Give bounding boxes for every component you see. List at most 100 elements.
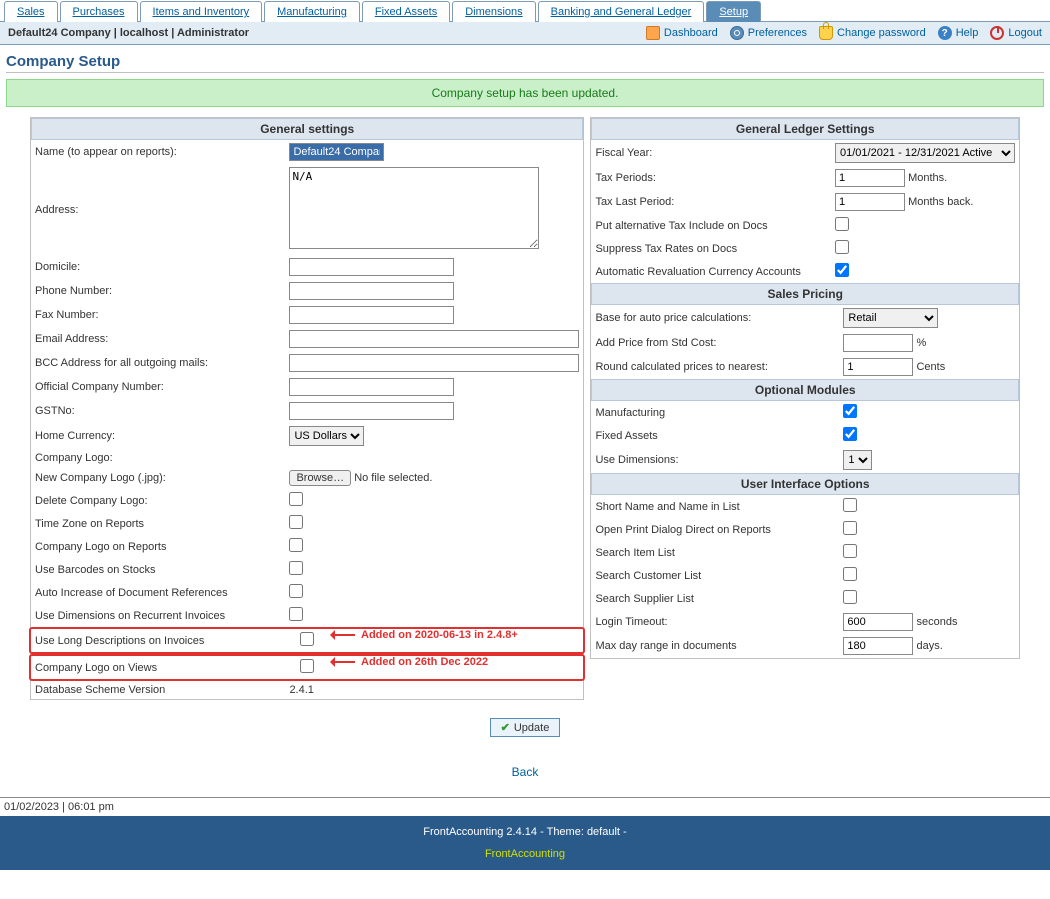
email-label: Email Address: <box>31 327 285 351</box>
dashboard-icon <box>646 26 660 40</box>
tz-reports-checkbox[interactable] <box>289 515 303 529</box>
tax-periods-input[interactable] <box>835 169 905 187</box>
delete-logo-checkbox[interactable] <box>289 492 303 506</box>
breadcrumb: Default24 Company | localhost | Administ… <box>8 27 249 39</box>
tab-items[interactable]: Items and Inventory <box>140 1 263 22</box>
page-title: Company Setup <box>6 53 1044 73</box>
ui-opts-header: User Interface Options <box>591 473 1019 495</box>
max-day-label: Max day range in documents <box>591 634 839 658</box>
logo-reports-label: Company Logo on Reports <box>31 535 285 558</box>
annotation-long-desc: Added on 2020-06-13 in 2.4.8+ <box>331 629 518 641</box>
auto-inc-checkbox[interactable] <box>289 584 303 598</box>
domicile-label: Domicile: <box>31 255 285 279</box>
dim-recurrent-label: Use Dimensions on Recurrent Invoices <box>31 604 285 627</box>
add-price-input[interactable] <box>843 334 913 352</box>
pricing-header: Sales Pricing <box>591 283 1019 305</box>
base-auto-label: Base for auto price calculations: <box>591 305 839 331</box>
fiscal-year-select[interactable]: 01/01/2021 - 12/31/2021 Active <box>835 143 1015 163</box>
flash-message: Company setup has been updated. <box>6 79 1044 107</box>
update-button[interactable]: ✔ Update <box>490 718 561 737</box>
search-customer-label: Search Customer List <box>591 564 839 587</box>
logo-views-checkbox[interactable] <box>300 659 314 673</box>
email-input[interactable] <box>289 330 579 348</box>
right-panel: General Ledger Settings Fiscal Year: 01/… <box>590 117 1020 659</box>
footer-link[interactable]: FrontAccounting <box>485 848 565 860</box>
short-name-checkbox[interactable] <box>843 498 857 512</box>
annotation-logo-views: Added on 26th Dec 2022 <box>331 656 488 668</box>
tab-setup[interactable]: Setup <box>706 1 761 22</box>
open-print-label: Open Print Dialog Direct on Reports <box>591 518 839 541</box>
dim-recurrent-checkbox[interactable] <box>289 607 303 621</box>
link-logout[interactable]: Logout <box>990 26 1042 40</box>
gst-input[interactable] <box>289 402 454 420</box>
suppress-tax-label: Suppress Tax Rates on Docs <box>591 237 831 260</box>
no-file-text: No file selected. <box>354 472 432 484</box>
logo-label: Company Logo: <box>31 449 285 467</box>
round-input[interactable] <box>843 358 913 376</box>
highlight-logo-views: Company Logo on Views <box>29 654 585 681</box>
browse-button[interactable]: Browse… <box>289 470 351 486</box>
use-dims-select[interactable]: 1 <box>843 450 872 470</box>
back-link[interactable]: Back <box>512 765 539 779</box>
address-textarea[interactable]: N/A <box>289 167 539 249</box>
base-auto-select[interactable]: Retail <box>843 308 938 328</box>
login-timeout-input[interactable] <box>843 613 913 631</box>
ocn-input[interactable] <box>289 378 454 396</box>
auto-inc-label: Auto Increase of Document References <box>31 581 285 604</box>
tz-reports-label: Time Zone on Reports <box>31 512 285 535</box>
use-dims-label: Use Dimensions: <box>591 447 839 473</box>
link-dashboard[interactable]: Dashboard <box>646 26 718 40</box>
tab-manufacturing[interactable]: Manufacturing <box>264 1 360 22</box>
domicile-input[interactable] <box>289 258 454 276</box>
bcc-input[interactable] <box>289 354 579 372</box>
phone-input[interactable] <box>289 282 454 300</box>
general-settings-header: General settings <box>31 118 583 140</box>
add-price-label: Add Price from Std Cost: <box>591 331 839 355</box>
main-tabs: Sales Purchases Items and Inventory Manu… <box>0 0 1050 22</box>
tab-purchases[interactable]: Purchases <box>60 1 138 22</box>
search-supplier-checkbox[interactable] <box>843 590 857 604</box>
suppress-tax-checkbox[interactable] <box>835 240 849 254</box>
barcodes-checkbox[interactable] <box>289 561 303 575</box>
long-desc-checkbox[interactable] <box>300 632 314 646</box>
tab-banking[interactable]: Banking and General Ledger <box>538 1 705 22</box>
tab-sales[interactable]: Sales <box>4 1 58 22</box>
help-icon: ? <box>938 26 952 40</box>
db-scheme-value: 2.4.1 <box>285 681 583 699</box>
modules-header: Optional Modules <box>591 379 1019 401</box>
tab-dimensions[interactable]: Dimensions <box>452 1 535 22</box>
open-print-checkbox[interactable] <box>843 521 857 535</box>
login-timeout-label: Login Timeout: <box>591 610 839 634</box>
tab-fixed-assets[interactable]: Fixed Assets <box>362 1 450 22</box>
lock-icon <box>819 26 833 40</box>
tax-last-suffix: Months back. <box>908 196 973 208</box>
logo-reports-checkbox[interactable] <box>289 538 303 552</box>
company-name-input[interactable] <box>289 143 384 161</box>
max-day-input[interactable] <box>843 637 913 655</box>
alt-tax-label: Put alternative Tax Include on Docs <box>591 214 831 237</box>
logo-views-label: Company Logo on Views <box>31 656 296 679</box>
link-preferences[interactable]: Preferences <box>730 26 807 40</box>
mod-fixed-assets-checkbox[interactable] <box>843 427 857 441</box>
check-icon: ✔ <box>501 721 510 734</box>
tax-last-input[interactable] <box>835 193 905 211</box>
tax-last-label: Tax Last Period: <box>591 190 831 214</box>
link-change-password[interactable]: Change password <box>819 26 926 40</box>
home-currency-select[interactable]: US Dollars <box>289 426 364 446</box>
name-label: Name (to appear on reports): <box>31 140 285 164</box>
fax-input[interactable] <box>289 306 454 324</box>
search-item-checkbox[interactable] <box>843 544 857 558</box>
tax-periods-suffix: Months. <box>908 172 947 184</box>
mod-manufacturing-checkbox[interactable] <box>843 404 857 418</box>
tax-periods-label: Tax Periods: <box>591 166 831 190</box>
add-price-suffix: % <box>916 337 926 349</box>
auto-reval-checkbox[interactable] <box>835 263 849 277</box>
long-desc-label: Use Long Descriptions on Invoices <box>31 629 296 652</box>
fax-label: Fax Number: <box>31 303 285 327</box>
delete-logo-label: Delete Company Logo: <box>31 489 285 512</box>
address-label: Address: <box>31 164 285 255</box>
link-help[interactable]: ?Help <box>938 26 979 40</box>
ledger-header: General Ledger Settings <box>591 118 1019 140</box>
alt-tax-checkbox[interactable] <box>835 217 849 231</box>
search-customer-checkbox[interactable] <box>843 567 857 581</box>
